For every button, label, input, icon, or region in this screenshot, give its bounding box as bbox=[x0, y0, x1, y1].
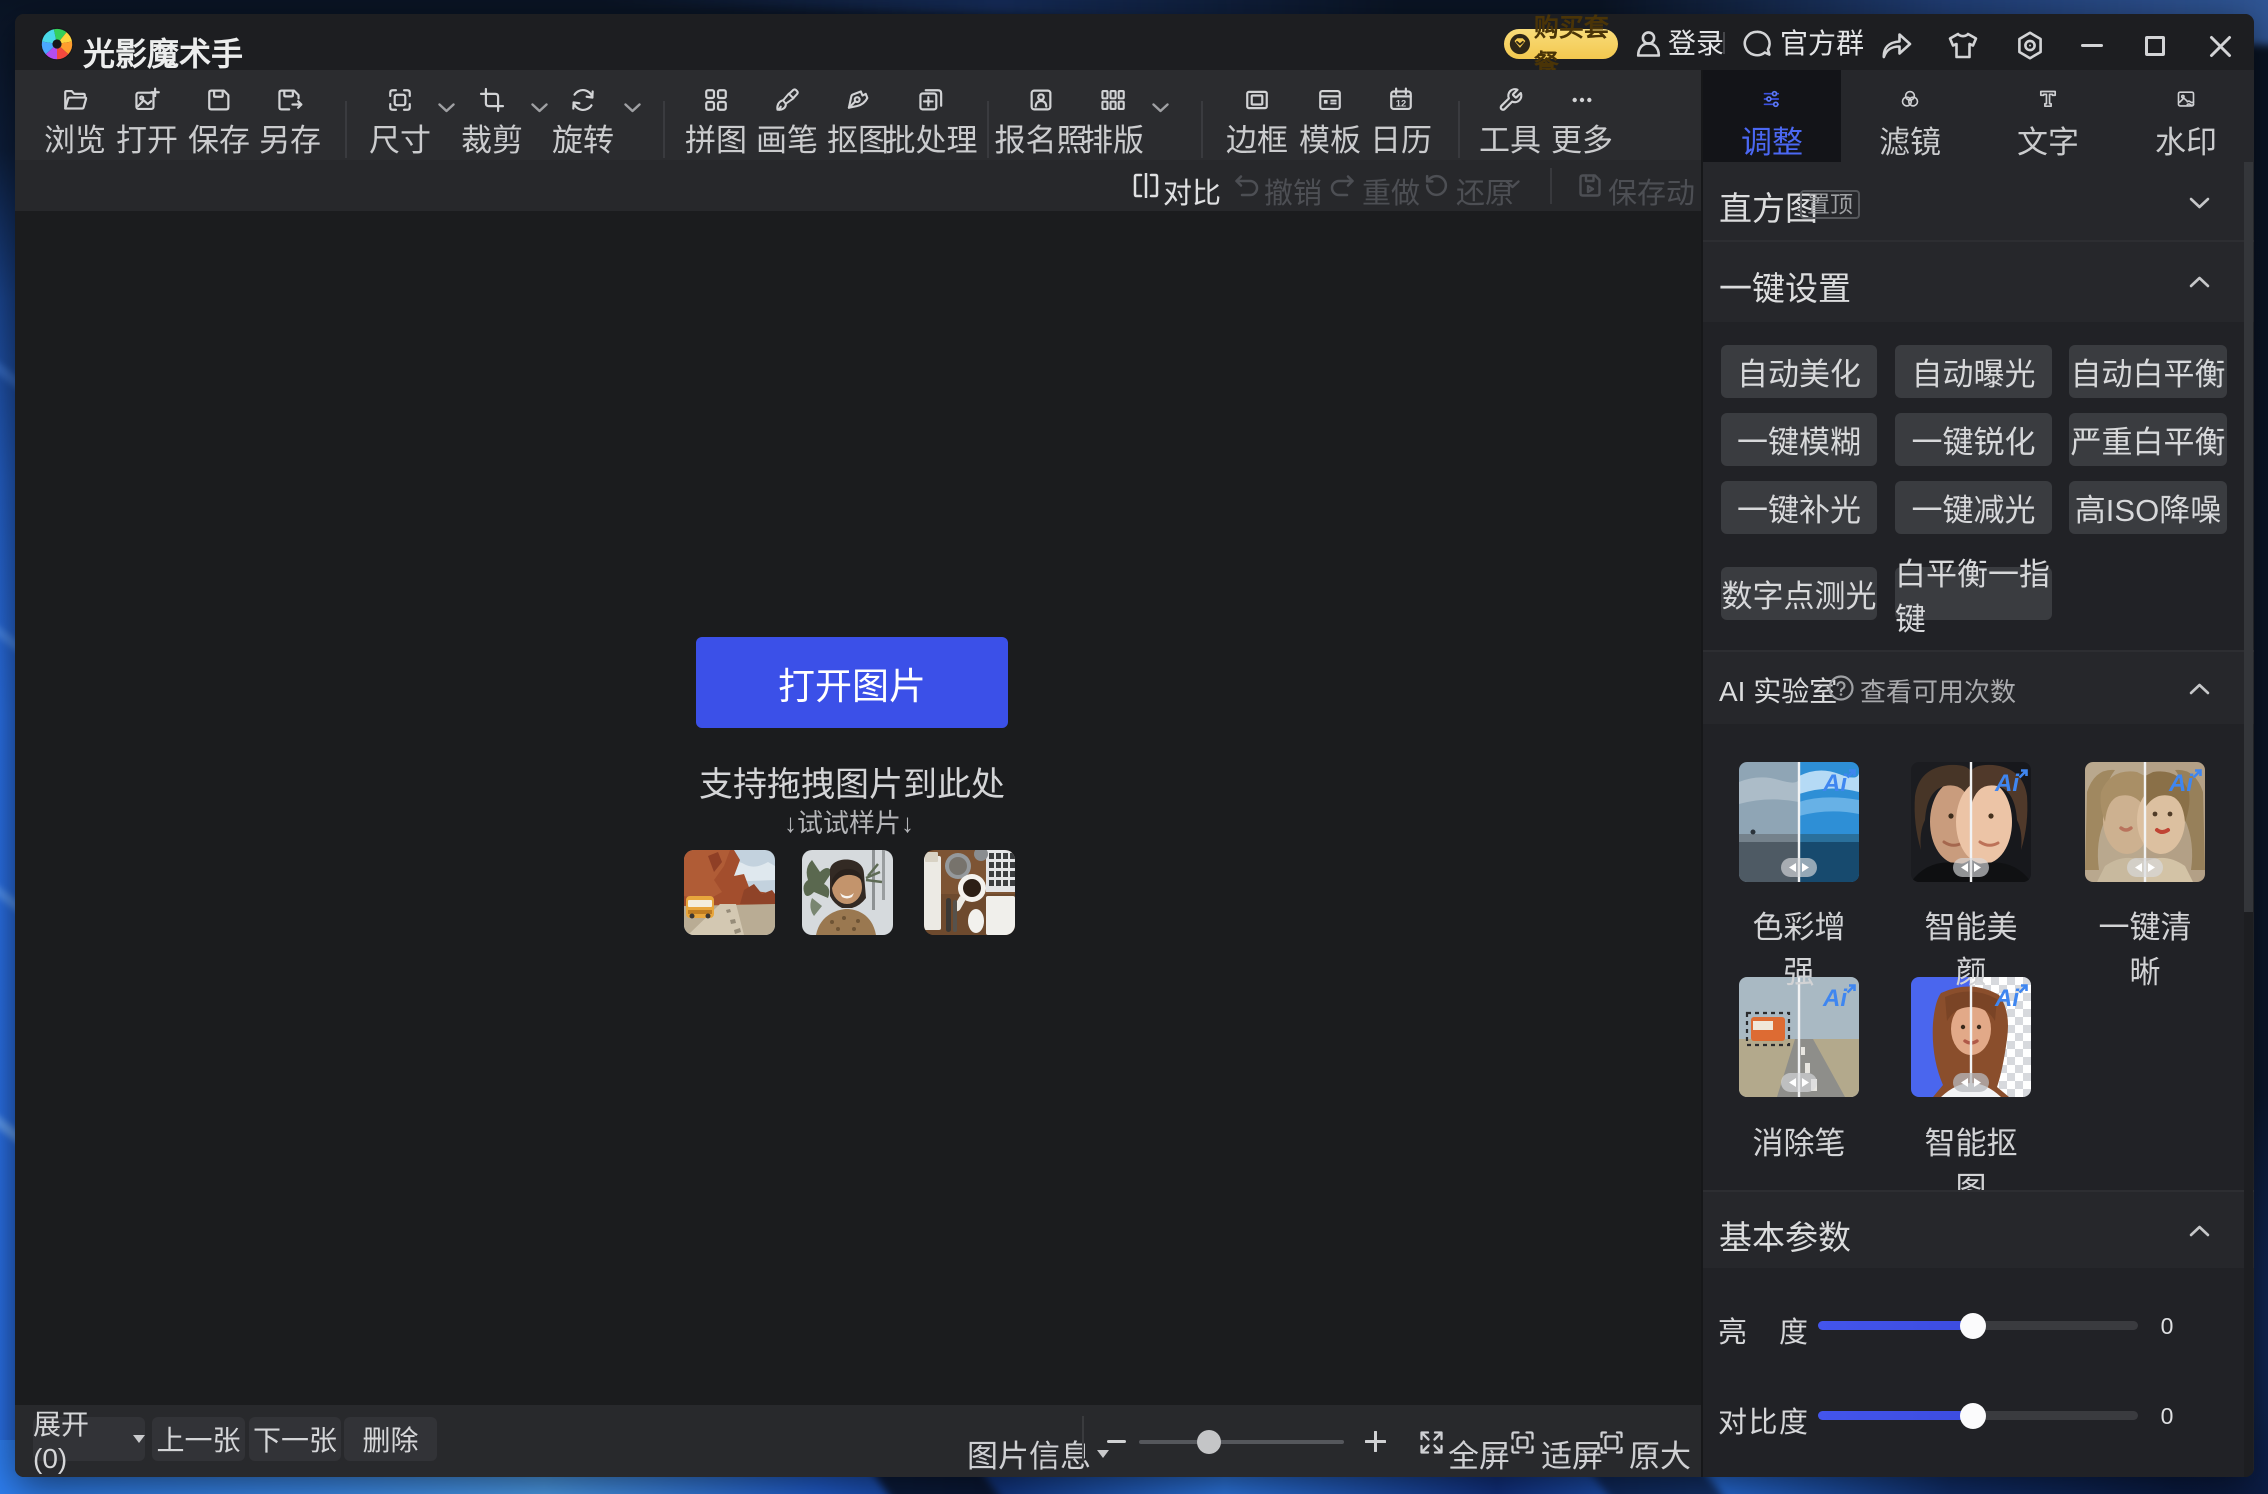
svg-text:12: 12 bbox=[1396, 99, 1406, 109]
svg-text:Ai: Ai bbox=[2168, 770, 2194, 797]
svg-text:Ai: Ai bbox=[1822, 770, 1848, 797]
svg-text:Ai: Ai bbox=[1994, 770, 2020, 797]
